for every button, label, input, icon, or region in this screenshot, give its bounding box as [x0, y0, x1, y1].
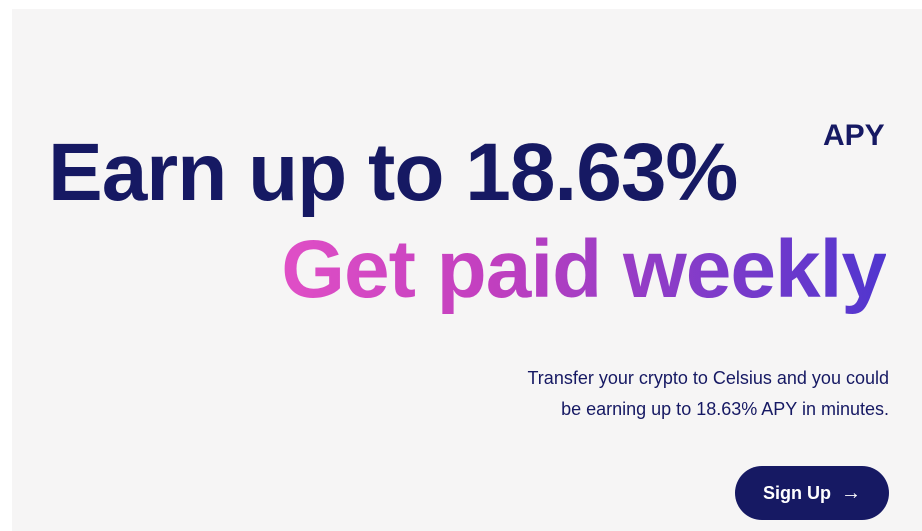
headline-earn-rate: Earn up to 18.63% [48, 127, 738, 218]
headline-get-paid-weekly: Get paid weekly [281, 222, 887, 318]
sign-up-label: Sign Up [763, 482, 831, 503]
arrow-right-icon: → [841, 482, 861, 504]
sign-up-button[interactable]: Sign Up → [735, 466, 889, 520]
description-line-2: be earning up to 18.63% APY in minutes. [561, 399, 889, 419]
description-line-1: Transfer your crypto to Celsius and you … [527, 368, 889, 388]
hero-description: Transfer your crypto to Celsius and you … [429, 363, 889, 425]
apy-superscript: APY [823, 119, 885, 152]
